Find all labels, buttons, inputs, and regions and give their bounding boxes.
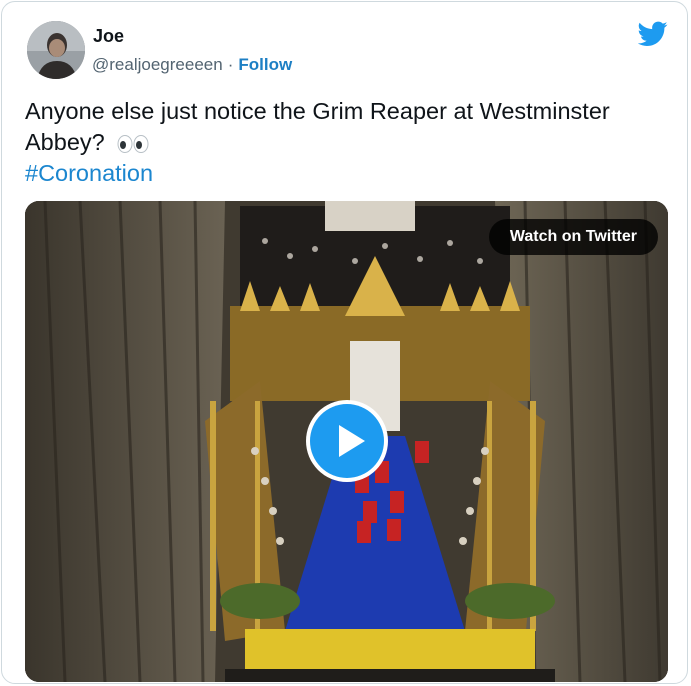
tweet-body: Anyone else just notice the Grim Reaper …: [25, 98, 610, 155]
play-triangle: [339, 425, 365, 457]
separator-dot: ·: [227, 55, 234, 74]
author-avatar[interactable]: [27, 21, 85, 79]
avatar-photo: [27, 21, 85, 79]
author-handle-row: @realjoegreeeen · Follow: [92, 55, 292, 75]
author-handle[interactable]: @realjoegreeeen: [92, 55, 223, 74]
play-button-circle: [310, 404, 384, 478]
twitter-bird-icon[interactable]: [638, 21, 668, 47]
follow-link[interactable]: Follow: [238, 55, 292, 74]
tweet-text: Anyone else just notice the Grim Reaper …: [25, 96, 665, 189]
eyes-emoji: [117, 134, 149, 153]
author-name[interactable]: Joe: [93, 26, 124, 47]
video-player[interactable]: Watch on Twitter: [25, 201, 668, 682]
watch-on-twitter-button[interactable]: Watch on Twitter: [488, 219, 658, 255]
play-icon[interactable]: [306, 400, 388, 482]
hashtag-link[interactable]: #Coronation: [25, 160, 153, 186]
